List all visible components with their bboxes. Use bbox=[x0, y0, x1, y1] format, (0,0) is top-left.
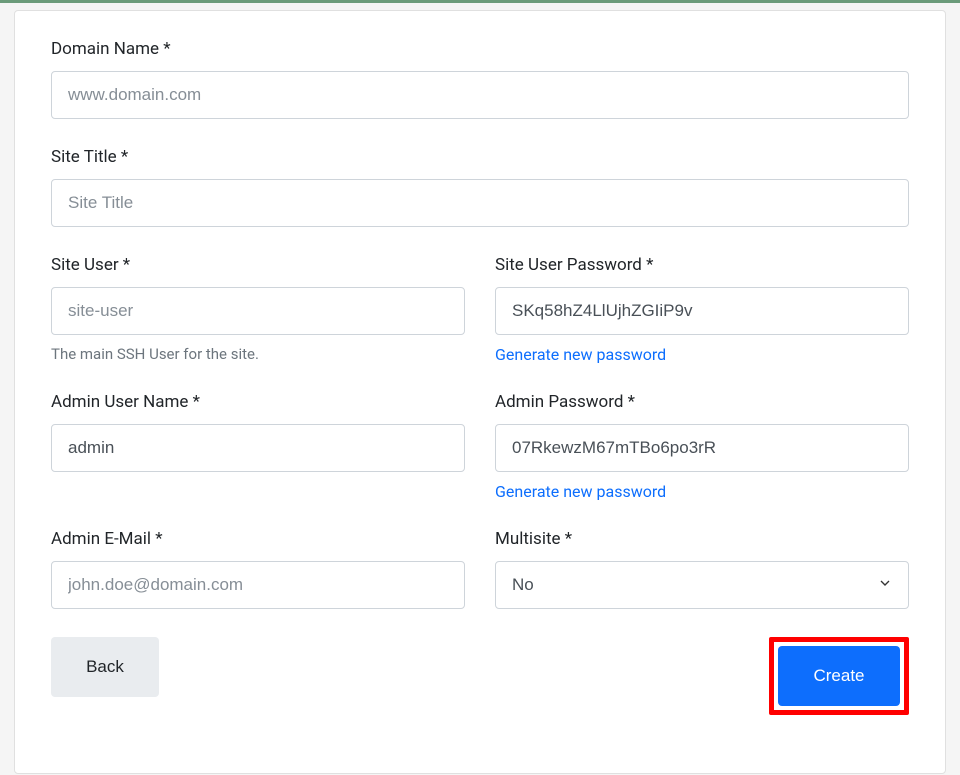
site-user-password-label: Site User Password * bbox=[495, 255, 909, 275]
site-user-input[interactable] bbox=[51, 287, 465, 335]
back-button[interactable]: Back bbox=[51, 637, 159, 697]
multisite-group: Multisite * bbox=[495, 529, 909, 609]
site-user-password-input[interactable] bbox=[495, 287, 909, 335]
generate-site-password-link[interactable]: Generate new password bbox=[495, 345, 909, 364]
admin-user-input[interactable] bbox=[51, 424, 465, 472]
multisite-select[interactable] bbox=[495, 561, 909, 609]
admin-user-group: Admin User Name * bbox=[51, 392, 465, 501]
site-user-help: The main SSH User for the site. bbox=[51, 345, 465, 363]
top-border bbox=[0, 0, 960, 3]
create-button[interactable]: Create bbox=[778, 646, 900, 706]
admin-user-label: Admin User Name * bbox=[51, 392, 465, 412]
create-highlight: Create bbox=[769, 637, 909, 715]
admin-email-label: Admin E-Mail * bbox=[51, 529, 465, 549]
site-title-label: Site Title * bbox=[51, 147, 909, 167]
site-user-password-group: Site User Password * Generate new passwo… bbox=[495, 255, 909, 364]
form-card: Domain Name * Site Title * Site User * T… bbox=[14, 10, 946, 774]
domain-input[interactable] bbox=[51, 71, 909, 119]
domain-label: Domain Name * bbox=[51, 39, 909, 59]
multisite-select-wrapper bbox=[495, 561, 909, 609]
site-user-group: Site User * The main SSH User for the si… bbox=[51, 255, 465, 364]
admin-password-input[interactable] bbox=[495, 424, 909, 472]
multisite-label: Multisite * bbox=[495, 529, 909, 549]
generate-admin-password-link[interactable]: Generate new password bbox=[495, 482, 909, 501]
admin-email-group: Admin E-Mail * bbox=[51, 529, 465, 609]
site-user-label: Site User * bbox=[51, 255, 465, 275]
admin-email-input[interactable] bbox=[51, 561, 465, 609]
admin-password-label: Admin Password * bbox=[495, 392, 909, 412]
site-title-group: Site Title * bbox=[51, 147, 909, 227]
site-title-input[interactable] bbox=[51, 179, 909, 227]
domain-group: Domain Name * bbox=[51, 39, 909, 119]
admin-password-group: Admin Password * Generate new password bbox=[495, 392, 909, 501]
button-row: Back Create bbox=[51, 637, 909, 715]
